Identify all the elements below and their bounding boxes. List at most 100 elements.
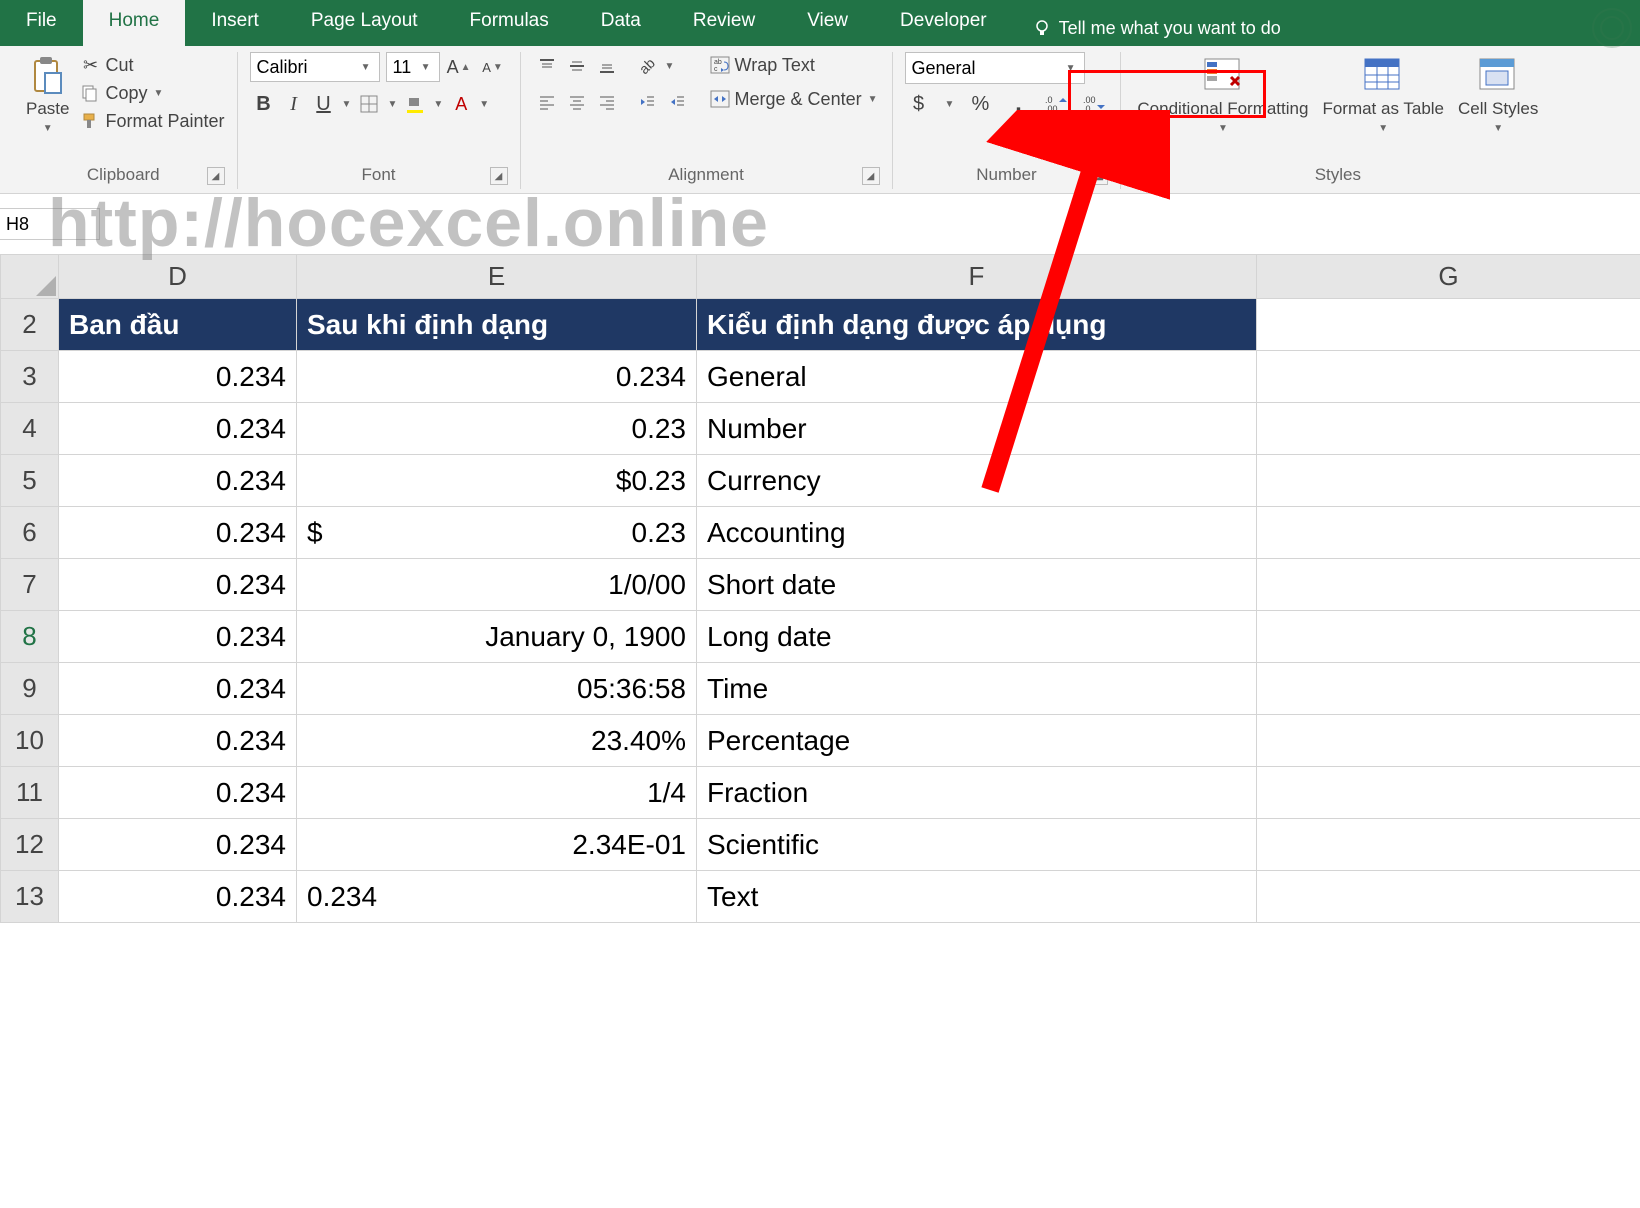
cell[interactable]: Text xyxy=(697,871,1257,923)
comma-format-button[interactable]: , xyxy=(1004,90,1032,118)
dialog-launcher-icon[interactable]: ◢ xyxy=(490,167,508,185)
decrease-decimal-button[interactable]: .00.0 xyxy=(1080,90,1108,118)
tab-view[interactable]: View xyxy=(781,0,874,46)
column-header[interactable]: F xyxy=(697,255,1257,299)
cell[interactable] xyxy=(1257,559,1640,611)
cell[interactable]: 0.234 xyxy=(59,819,297,871)
cell[interactable]: Accounting xyxy=(697,507,1257,559)
cell[interactable]: 0.234 xyxy=(59,351,297,403)
chevron-down-icon[interactable]: ▼ xyxy=(340,99,354,110)
chevron-down-icon[interactable]: ▼ xyxy=(663,61,677,72)
cell[interactable] xyxy=(1257,611,1640,663)
cell[interactable]: 0.234 xyxy=(59,403,297,455)
paste-button[interactable]: Paste ▼ xyxy=(22,52,73,136)
cell[interactable] xyxy=(1257,663,1640,715)
cell[interactable]: 0.234 xyxy=(59,559,297,611)
decrease-indent-button[interactable] xyxy=(633,88,661,116)
cell[interactable] xyxy=(1257,455,1640,507)
chevron-down-icon[interactable]: ▼ xyxy=(431,99,445,110)
dialog-launcher-icon[interactable]: ◢ xyxy=(862,167,880,185)
align-top-button[interactable] xyxy=(533,52,561,80)
increase-indent-button[interactable] xyxy=(663,88,691,116)
tab-developer[interactable]: Developer xyxy=(874,0,1013,46)
row-header[interactable]: 6 xyxy=(1,507,59,559)
cell[interactable]: 0.234 xyxy=(59,871,297,923)
cell[interactable] xyxy=(1257,351,1640,403)
cell[interactable]: Fraction xyxy=(697,767,1257,819)
cut-button[interactable]: ✂ Cut xyxy=(79,52,224,78)
tab-formulas[interactable]: Formulas xyxy=(444,0,575,46)
merge-center-button[interactable]: Merge & Center ▼ xyxy=(709,86,880,112)
cell[interactable] xyxy=(1257,507,1640,559)
row-header[interactable]: 9 xyxy=(1,663,59,715)
row-header[interactable]: 4 xyxy=(1,403,59,455)
font-name-select[interactable]: Calibri▼ xyxy=(250,52,380,82)
tab-insert[interactable]: Insert xyxy=(185,0,285,46)
fill-color-button[interactable] xyxy=(401,90,429,118)
column-header[interactable]: D xyxy=(59,255,297,299)
align-center-button[interactable] xyxy=(563,88,591,116)
increase-font-button[interactable]: A▲ xyxy=(446,53,474,81)
dialog-launcher-icon[interactable]: ◢ xyxy=(1090,167,1108,185)
font-size-select[interactable]: 11▼ xyxy=(386,52,440,82)
row-header[interactable]: 12 xyxy=(1,819,59,871)
cell[interactable]: 0.234 xyxy=(59,767,297,819)
cell[interactable]: 0.234 xyxy=(59,611,297,663)
cell[interactable]: 05:36:58 xyxy=(297,663,697,715)
wrap-text-button[interactable]: abc Wrap Text xyxy=(709,52,880,78)
cell[interactable]: Sau khi định dạng xyxy=(297,299,697,351)
align-left-button[interactable] xyxy=(533,88,561,116)
align-right-button[interactable] xyxy=(593,88,621,116)
orientation-button[interactable]: ab xyxy=(633,52,661,80)
chevron-down-icon[interactable]: ▼ xyxy=(943,99,957,110)
cell[interactable]: Ban đầu xyxy=(59,299,297,351)
cell[interactable] xyxy=(1257,871,1640,923)
cell[interactable] xyxy=(1257,819,1640,871)
conditional-formatting-button[interactable]: Conditional Formatting ▼ xyxy=(1133,52,1312,136)
accounting-format-button[interactable]: $ xyxy=(905,90,933,118)
cell[interactable]: 0.234 xyxy=(59,715,297,767)
row-header[interactable]: 13 xyxy=(1,871,59,923)
cell[interactable]: General xyxy=(697,351,1257,403)
row-header[interactable]: 3 xyxy=(1,351,59,403)
cell[interactable]: $0.23 xyxy=(297,507,697,559)
cell[interactable]: 0.23 xyxy=(297,403,697,455)
increase-decimal-button[interactable]: .0.00 xyxy=(1042,90,1070,118)
row-header[interactable]: 2 xyxy=(1,299,59,351)
cell[interactable]: Currency xyxy=(697,455,1257,507)
select-all-corner[interactable] xyxy=(1,255,59,299)
cell[interactable]: Kiểu định dạng được áp dụng xyxy=(697,299,1257,351)
cell[interactable]: Number xyxy=(697,403,1257,455)
name-box[interactable]: H8 xyxy=(0,208,100,240)
cell[interactable]: 0.234 xyxy=(297,871,697,923)
align-bottom-button[interactable] xyxy=(593,52,621,80)
cell[interactable] xyxy=(1257,403,1640,455)
row-header[interactable]: 8 xyxy=(1,611,59,663)
format-as-table-button[interactable]: Format as Table ▼ xyxy=(1318,52,1448,136)
row-header[interactable]: 5 xyxy=(1,455,59,507)
cell[interactable]: 1/4 xyxy=(297,767,697,819)
cell[interactable]: Scientific xyxy=(697,819,1257,871)
row-header[interactable]: 7 xyxy=(1,559,59,611)
cell[interactable]: Short date xyxy=(697,559,1257,611)
spreadsheet-grid[interactable]: DEFG 2Ban đầuSau khi định dạngKiểu định … xyxy=(0,254,1640,923)
cell[interactable]: Long date xyxy=(697,611,1257,663)
cell-styles-button[interactable]: Cell Styles ▼ xyxy=(1454,52,1542,136)
cell[interactable] xyxy=(1257,299,1640,351)
tab-file[interactable]: File xyxy=(0,0,83,46)
tab-page-layout[interactable]: Page Layout xyxy=(285,0,444,46)
bold-button[interactable]: B xyxy=(250,90,278,118)
row-header[interactable]: 11 xyxy=(1,767,59,819)
chevron-down-icon[interactable]: ▼ xyxy=(385,99,399,110)
cell[interactable] xyxy=(1257,715,1640,767)
cell[interactable]: 1/0/00 xyxy=(297,559,697,611)
tell-me-search[interactable]: Tell me what you want to do xyxy=(1013,0,1301,46)
cell[interactable]: Percentage xyxy=(697,715,1257,767)
row-header[interactable]: 10 xyxy=(1,715,59,767)
cell[interactable]: 0.234 xyxy=(59,455,297,507)
copy-button[interactable]: Copy ▼ xyxy=(79,80,224,106)
decrease-font-button[interactable]: A▼ xyxy=(480,53,508,81)
align-middle-button[interactable] xyxy=(563,52,591,80)
column-header[interactable]: G xyxy=(1257,255,1640,299)
tab-review[interactable]: Review xyxy=(667,0,781,46)
